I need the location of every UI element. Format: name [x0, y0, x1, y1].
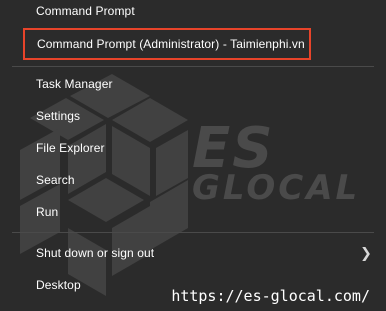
chevron-right-icon: ❯	[360, 244, 372, 261]
menu-item-label: Shut down or sign out	[36, 246, 155, 260]
power-user-menu: ES GLOCAL Command Prompt Command Prompt …	[0, 0, 386, 311]
menu-item-label: Task Manager	[36, 77, 113, 91]
menu-item-label: Search	[36, 173, 75, 187]
menu-separator	[12, 66, 374, 67]
menu-item-task-manager[interactable]: Task Manager	[0, 69, 386, 99]
menu-item-label: File Explorer	[36, 141, 105, 155]
menu-item-search[interactable]: Search	[0, 165, 386, 195]
menu-item-command-prompt-admin[interactable]: Command Prompt (Administrator) - Taimien…	[23, 28, 311, 60]
watermark-url: https://es-glocal.com/	[171, 287, 370, 305]
menu-item-shut-down[interactable]: Shut down or sign out ❯	[0, 238, 386, 268]
menu-item-label: Command Prompt (Administrator) - Taimien…	[37, 37, 305, 51]
menu-item-settings[interactable]: Settings	[0, 101, 386, 131]
menu-item-label: Command Prompt	[36, 4, 135, 18]
menu-item-label: Settings	[36, 109, 81, 123]
menu-item-label: Run	[36, 205, 59, 219]
menu-item-command-prompt[interactable]: Command Prompt	[0, 0, 386, 26]
menu-separator	[12, 232, 374, 233]
menu-item-label: Desktop	[36, 278, 81, 292]
menu-item-file-explorer[interactable]: File Explorer	[0, 133, 386, 163]
menu-item-run[interactable]: Run	[0, 197, 386, 227]
